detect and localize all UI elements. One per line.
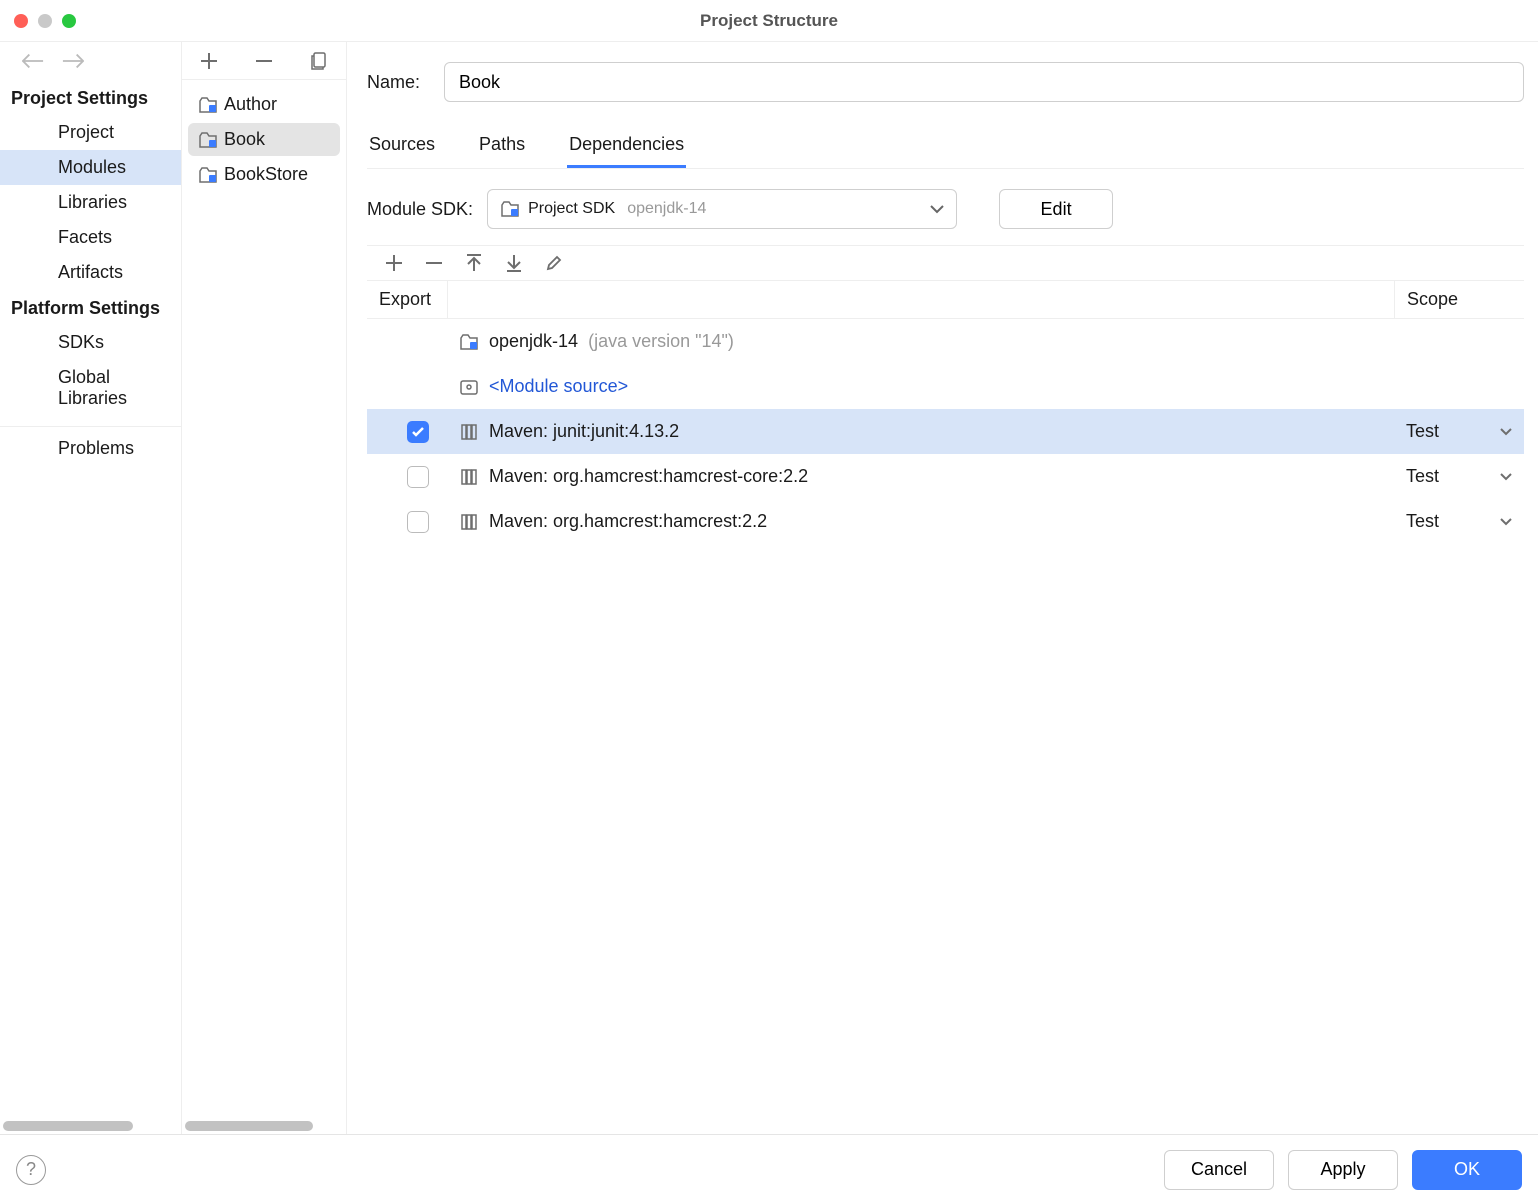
chevron-down-icon — [930, 204, 944, 214]
module-name-input[interactable] — [444, 62, 1524, 102]
chevron-down-icon — [1500, 518, 1512, 526]
project-settings-heading: Project Settings — [0, 80, 181, 115]
module-sdk-dropdown[interactable]: Project SDK openjdk-14 — [487, 189, 957, 229]
module-icon — [198, 95, 218, 115]
tab-paths[interactable]: Paths — [477, 128, 527, 168]
edit-icon[interactable] — [545, 254, 563, 272]
dependency-row-hamcrest-core[interactable]: Maven: org.hamcrest:hamcrest-core:2.2 Te… — [367, 454, 1524, 499]
module-label: BookStore — [224, 164, 308, 185]
sidebar-item-sdks[interactable]: SDKs — [0, 325, 181, 360]
add-icon[interactable] — [200, 52, 218, 70]
dependency-row-sdk[interactable]: openjdk-14 (java version "14") — [367, 319, 1524, 364]
dependencies-rows: openjdk-14 (java version "14") <Module s… — [367, 319, 1524, 1134]
modules-toolbar — [182, 42, 346, 80]
maximize-window-button[interactable] — [62, 14, 76, 28]
module-list: Author Book BookStore — [182, 80, 346, 193]
dependency-row-hamcrest[interactable]: Maven: org.hamcrest:hamcrest:2.2 Test — [367, 499, 1524, 544]
dep-name: Maven: junit:junit:4.13.2 — [489, 421, 679, 442]
module-icon — [198, 165, 218, 185]
col-export[interactable]: Export — [367, 281, 447, 318]
sidebar-item-artifacts[interactable]: Artifacts — [0, 255, 181, 290]
close-window-button[interactable] — [14, 14, 28, 28]
forward-icon[interactable] — [62, 53, 84, 69]
scope-dropdown[interactable]: Test — [1394, 421, 1524, 442]
add-icon[interactable] — [385, 254, 403, 272]
scope-dropdown[interactable]: Test — [1394, 511, 1524, 532]
tab-dependencies[interactable]: Dependencies — [567, 128, 686, 168]
library-icon — [459, 422, 479, 442]
dependencies-header: Export Scope — [367, 280, 1524, 319]
module-icon — [500, 199, 520, 219]
dep-name: Maven: org.hamcrest:hamcrest-core:2.2 — [489, 466, 808, 487]
modules-scrollbar[interactable] — [185, 1121, 313, 1131]
minimize-window-button[interactable] — [38, 14, 52, 28]
scope-value: Test — [1406, 421, 1439, 442]
remove-icon[interactable] — [255, 52, 273, 70]
scope-value: Test — [1406, 511, 1439, 532]
library-icon — [459, 467, 479, 487]
details-panel: Name: Sources Paths Dependencies Module … — [347, 42, 1538, 1134]
apply-button[interactable]: Apply — [1288, 1150, 1398, 1190]
sidebar-item-facets[interactable]: Facets — [0, 220, 181, 255]
window-controls — [0, 14, 76, 28]
name-label: Name: — [367, 72, 420, 93]
export-checkbox[interactable] — [407, 421, 429, 443]
module-tabs: Sources Paths Dependencies — [367, 128, 1524, 169]
sidebar-scrollbar[interactable] — [3, 1121, 133, 1131]
tab-sources[interactable]: Sources — [367, 128, 437, 168]
move-up-icon[interactable] — [465, 254, 483, 272]
sidebar-item-modules[interactable]: Modules — [0, 150, 181, 185]
dependencies-toolbar — [367, 245, 1524, 280]
window-title: Project Structure — [700, 11, 838, 31]
module-label: Author — [224, 94, 277, 115]
sidebar-item-libraries[interactable]: Libraries — [0, 185, 181, 220]
chevron-down-icon — [1500, 428, 1512, 436]
ok-button[interactable]: OK — [1412, 1150, 1522, 1190]
nav-arrows — [0, 42, 181, 80]
remove-icon[interactable] — [425, 254, 443, 272]
sdk-detail: openjdk-14 — [627, 200, 706, 218]
modules-panel: Author Book BookStore — [182, 42, 347, 1134]
footer: ? Cancel Apply OK — [0, 1134, 1538, 1204]
copy-icon[interactable] — [310, 52, 328, 70]
module-item-bookstore[interactable]: BookStore — [188, 158, 340, 191]
module-sdk-label: Module SDK: — [367, 199, 473, 220]
edit-sdk-button[interactable]: Edit — [999, 189, 1113, 229]
dep-name: <Module source> — [489, 376, 628, 397]
dep-detail: (java version "14") — [588, 331, 734, 352]
sidebar-item-project[interactable]: Project — [0, 115, 181, 150]
sidebar-item-global-libraries[interactable]: Global Libraries — [0, 360, 181, 416]
help-button[interactable]: ? — [16, 1155, 46, 1185]
chevron-down-icon — [1500, 473, 1512, 481]
module-item-author[interactable]: Author — [188, 88, 340, 121]
library-icon — [459, 512, 479, 532]
scope-value: Test — [1406, 466, 1439, 487]
cancel-button[interactable]: Cancel — [1164, 1150, 1274, 1190]
module-icon — [198, 130, 218, 150]
sidebar-item-problems[interactable]: Problems — [0, 431, 181, 466]
back-icon[interactable] — [22, 53, 44, 69]
module-icon — [459, 332, 479, 352]
settings-sidebar: Project Settings Project Modules Librari… — [0, 42, 182, 1134]
module-label: Book — [224, 129, 265, 150]
module-item-book[interactable]: Book — [188, 123, 340, 156]
folder-icon — [459, 377, 479, 397]
platform-settings-heading: Platform Settings — [0, 290, 181, 325]
dependency-row-junit[interactable]: Maven: junit:junit:4.13.2 Test — [367, 409, 1524, 454]
export-checkbox[interactable] — [407, 511, 429, 533]
col-name — [447, 281, 1394, 318]
dependency-row-module-source[interactable]: <Module source> — [367, 364, 1524, 409]
sdk-value: Project SDK — [528, 200, 615, 218]
main-content: Project Settings Project Modules Librari… — [0, 42, 1538, 1134]
titlebar: Project Structure — [0, 0, 1538, 42]
dep-name: Maven: org.hamcrest:hamcrest:2.2 — [489, 511, 767, 532]
export-checkbox[interactable] — [407, 466, 429, 488]
dep-name: openjdk-14 — [489, 331, 578, 352]
scope-dropdown[interactable]: Test — [1394, 466, 1524, 487]
col-scope[interactable]: Scope — [1394, 281, 1524, 318]
move-down-icon[interactable] — [505, 254, 523, 272]
